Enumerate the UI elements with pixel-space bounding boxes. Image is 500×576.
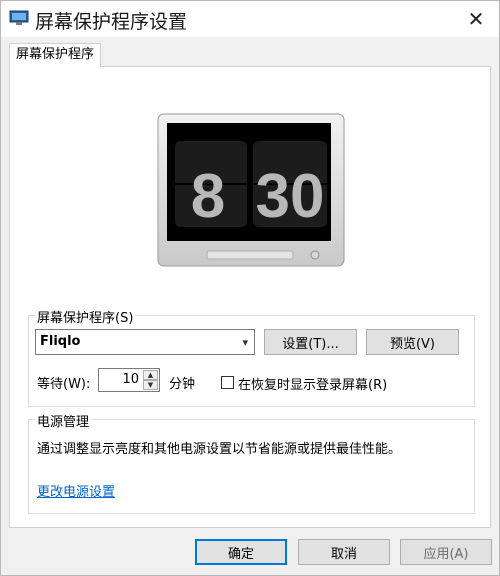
close-button[interactable]: ✕ xyxy=(453,1,499,37)
spin-down-icon[interactable]: ▼ xyxy=(143,380,158,390)
screensaver-select[interactable]: Fliqlo ▾ xyxy=(35,329,255,355)
spin-up-icon[interactable]: ▲ xyxy=(143,370,158,380)
preview-button[interactable]: 预览(V) xyxy=(366,329,459,355)
wait-minutes-value: 10 xyxy=(122,372,139,387)
clock-minute: 30 xyxy=(256,162,325,231)
change-power-settings-link[interactable]: 更改电源设置 xyxy=(37,481,115,500)
chevron-down-icon: ▾ xyxy=(242,336,248,349)
display-properties-icon xyxy=(9,10,29,25)
resume-login-label[interactable]: 在恢复时显示登录屏幕(R) xyxy=(238,374,387,393)
resume-login-checkbox[interactable] xyxy=(221,376,234,389)
screensaver-settings-window: 屏幕保护程序设置 ✕ 屏幕保护程序 8 30 屏幕保护程序(S) Fliqlo … xyxy=(0,0,500,576)
power-description: 通过调整显示亮度和其他电源设置以节省能源或提供最佳性能。 xyxy=(37,442,402,457)
wait-unit-label: 分钟 xyxy=(169,377,196,392)
screensaver-selected-value: Fliqlo xyxy=(40,334,81,349)
apply-button[interactable]: 应用(A) xyxy=(400,539,492,565)
cancel-button[interactable]: 取消 xyxy=(298,539,390,565)
power-group-title: 电源管理 xyxy=(35,411,92,430)
title-bar: 屏幕保护程序设置 ✕ xyxy=(1,1,499,37)
window-title: 屏幕保护程序设置 xyxy=(35,11,188,33)
monitor-preview: 8 30 xyxy=(157,113,345,267)
screensaver-group-title: 屏幕保护程序(S) xyxy=(35,307,136,326)
clock-hour: 8 xyxy=(191,162,225,231)
ok-button[interactable]: 确定 xyxy=(195,539,287,565)
wait-label: 等待(W): xyxy=(37,377,91,392)
tab-screensaver[interactable]: 屏幕保护程序 xyxy=(9,43,102,67)
settings-button[interactable]: 设置(T)... xyxy=(264,329,357,355)
close-icon: ✕ xyxy=(467,7,485,31)
wait-minutes-stepper[interactable]: 10 ▲ ▼ xyxy=(98,368,160,392)
